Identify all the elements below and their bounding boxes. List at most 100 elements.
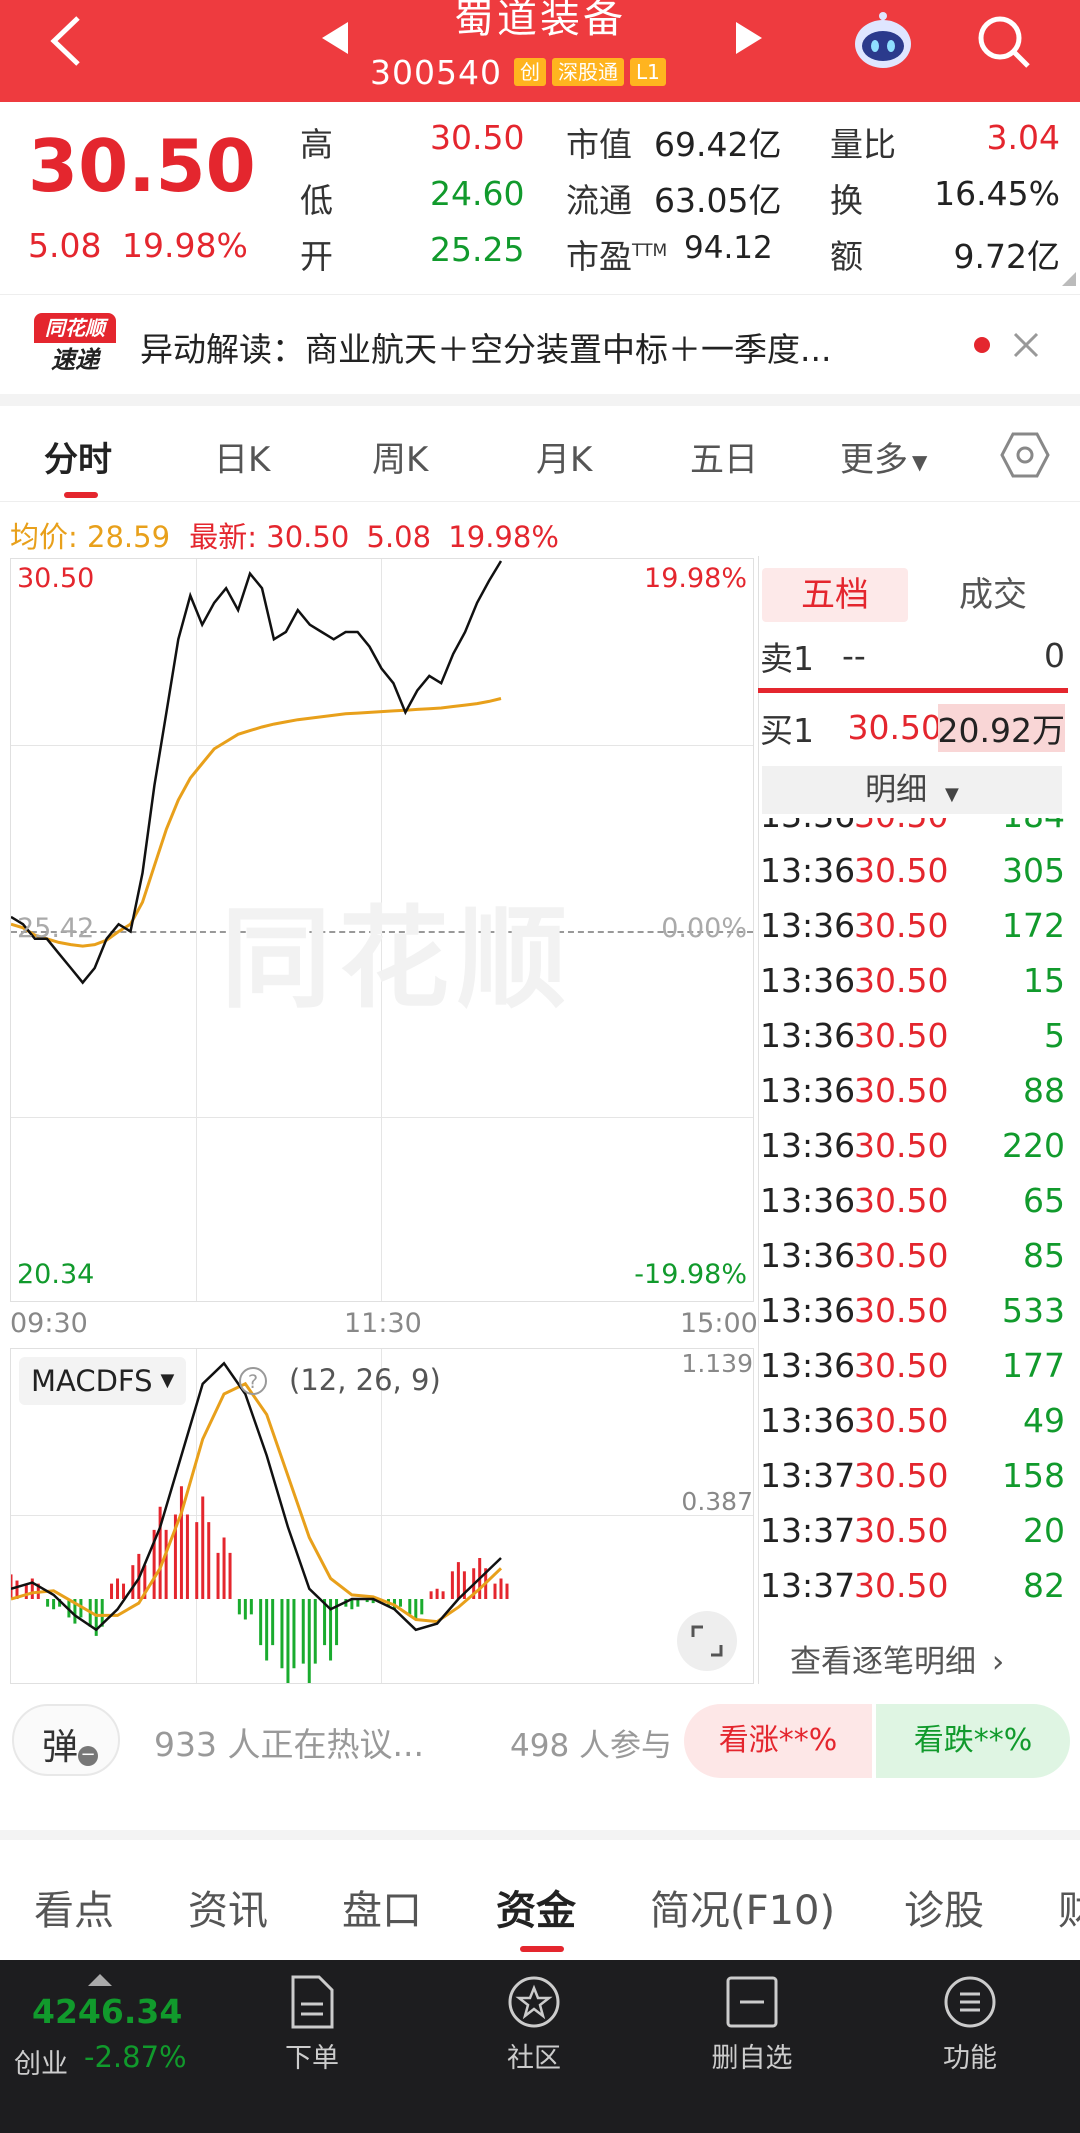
index-toggle-icon[interactable] <box>88 1974 112 1986</box>
high-label: 高 <box>300 125 333 164</box>
chart-tabs: 分时 日K 周K 月K 五日 更多 ▼ <box>0 406 1080 502</box>
tab-stock-diagnosis[interactable]: 诊股 <box>904 1878 984 1936</box>
price-change-pct: 19.98% <box>122 226 248 265</box>
pct-top-label: 19.98% <box>644 563 747 594</box>
trade-volume: 82 <box>1023 1566 1065 1605</box>
trade-volume: 158 <box>1002 1456 1065 1495</box>
vote-down-button[interactable]: 看跌**% <box>876 1704 1070 1778</box>
trade-price: 30.50 <box>854 961 949 1000</box>
trade-row: 13:36 30.50 172 <box>760 898 1065 953</box>
trade-row: 13:36 30.50 49 <box>760 1393 1065 1448</box>
close-icon[interactable] <box>1012 331 1040 359</box>
trade-volume: 177 <box>1002 1346 1065 1385</box>
nav-community[interactable]: 社区 <box>454 1974 614 2075</box>
nav-remove-watchlist[interactable]: 删自选 <box>672 1974 832 2075</box>
nav-order[interactable]: 下单 <box>232 1974 392 2075</box>
nav-functions[interactable]: 功能 <box>890 1974 1050 2075</box>
buy-label: 买1 <box>760 710 814 750</box>
trade-volume: 172 <box>1002 906 1065 945</box>
trade-time: 13:37 <box>760 1511 856 1550</box>
dropdown-caret-icon: ▼ <box>160 1370 175 1391</box>
pe-label: 市盈TTM <box>566 230 667 278</box>
indicator-selector[interactable]: MACDFS ▼ <box>19 1357 187 1405</box>
top-header: 蜀道装备 300540 创 深股通 L1 <box>0 0 1080 102</box>
stock-code-row: 300540 创 深股通 L1 <box>370 52 666 92</box>
news-bar[interactable]: 同花顺 速递 异动解读：商业航天＋空分装置中标＋一季度... <box>0 294 1080 394</box>
index-change: -2.87% <box>84 2040 187 2074</box>
vol-ratio-value: 3.04 <box>986 118 1060 157</box>
macd-y-mid: 0.387 <box>681 1487 753 1516</box>
settings-hex-icon[interactable] <box>1000 430 1050 480</box>
float-label: 流通 <box>566 181 632 220</box>
danmu-toggle[interactable]: 弹 − <box>12 1704 120 1776</box>
ths-news-logo: 同花顺 速递 <box>34 313 116 379</box>
tab-news[interactable]: 资讯 <box>188 1878 268 1936</box>
tab-capital-flow[interactable]: 资金 <box>496 1878 576 1936</box>
trade-list[interactable]: 13:3630.5018413:3630.5030513:3630.501721… <box>758 818 1068 1612</box>
hot-discussion-text[interactable]: 933 人正在热议... <box>154 1718 424 1766</box>
news-headline[interactable]: 异动解读：商业航天＋空分装置中标＋一季度... <box>140 323 831 371</box>
nav-functions-label: 功能 <box>943 2043 997 2074</box>
view-tick-detail-link[interactable]: 查看逐笔明细 › <box>790 1636 1004 1681</box>
trade-price: 30.50 <box>854 1566 949 1605</box>
robot-assistant-icon[interactable] <box>850 8 916 74</box>
detail-label: 明细 <box>865 772 928 808</box>
macd-histogram <box>11 1486 509 1683</box>
trade-price: 30.50 <box>854 818 948 835</box>
buy-1-row: 买1 30.50 20.92万 <box>760 700 1065 755</box>
open-label: 开 <box>300 237 333 276</box>
sell-1-row: 卖1 -- 0 <box>760 628 1065 683</box>
amount-label: 额 <box>830 237 863 276</box>
tab-financials[interactable]: 财 <box>1058 1878 1080 1936</box>
fullscreen-button[interactable] <box>677 1611 737 1671</box>
trade-time: 13:36 <box>760 1346 856 1385</box>
tab-more[interactable]: 更多 ▼ <box>840 432 927 481</box>
indicator-params: (12, 26, 9) <box>289 1363 441 1397</box>
avg-price-line <box>11 697 502 948</box>
high-value: 30.50 <box>430 118 525 157</box>
community-star-icon <box>508 1976 560 2028</box>
buy-price: 30.50 <box>847 708 942 747</box>
latest-change: 5.08 <box>366 520 432 554</box>
nav-remove-watchlist-label: 删自选 <box>711 2043 793 2074</box>
trade-price: 30.50 <box>854 906 949 945</box>
tab-five-levels[interactable]: 五档 <box>762 568 908 622</box>
trade-time: 13:37 <box>760 1456 856 1495</box>
help-icon[interactable]: ? <box>237 1365 269 1397</box>
x-label-close: 15:00 <box>680 1308 758 1339</box>
search-icon[interactable] <box>976 14 1032 70</box>
fullscreen-icon <box>691 1625 723 1657</box>
tab-daily-k[interactable]: 日K <box>214 432 270 481</box>
tab-trades[interactable]: 成交 <box>920 568 1066 622</box>
tab-monthly-k[interactable]: 月K <box>536 432 592 481</box>
trade-volume: 88 <box>1023 1071 1065 1110</box>
index-value[interactable]: 4246.34 <box>32 1992 182 2031</box>
turnover-value: 16.45% <box>934 174 1060 213</box>
logo-bottom-text: 速递 <box>51 346 99 374</box>
logo-top-text: 同花顺 <box>34 313 116 343</box>
tab-f10-profile[interactable]: 简况(F10) <box>650 1878 835 1936</box>
tab-weekly-k[interactable]: 周K <box>372 432 428 481</box>
tab-highlights[interactable]: 看点 <box>34 1878 114 1936</box>
tab-intraday[interactable]: 分时 <box>44 432 112 481</box>
detail-dropdown[interactable]: 明细 ▼ <box>762 766 1062 814</box>
tag-connect: 深股通 <box>551 58 624 86</box>
expand-corner-icon[interactable] <box>1062 272 1076 286</box>
info-tabs: 看点 资讯 盘口 资金 简况(F10) 诊股 财 <box>0 1840 1080 1960</box>
order-doc-icon <box>291 1975 334 2029</box>
trade-row: 13:36 30.50 220 <box>760 1118 1065 1173</box>
sell-label: 卖1 <box>760 638 814 678</box>
tab-order-book[interactable]: 盘口 <box>342 1878 422 1936</box>
trade-volume: 20 <box>1023 1511 1065 1550</box>
trade-row: 13:36 30.50 305 <box>760 843 1065 898</box>
avg-value: 28.59 <box>87 520 171 554</box>
trade-volume: 305 <box>1002 851 1065 890</box>
next-stock-icon[interactable] <box>734 20 764 56</box>
tab-five-day[interactable]: 五日 <box>690 432 758 481</box>
vote-up-button[interactable]: 看涨**% <box>684 1704 872 1778</box>
macd-chart[interactable]: MACDFS ▼ ? (12, 26, 9) 1.139 0.387 <box>10 1348 754 1684</box>
sell-price: -- <box>842 636 866 675</box>
intraday-chart[interactable]: 同花顺 30.50 25.42 20.34 19.98% 0.00% -19.9… <box>10 558 754 1302</box>
float-value: 63.05亿 <box>654 181 782 220</box>
discussion-bar: 弹 − 933 人正在热议... 498 人参与 看涨**% 看跌**% <box>0 1700 1080 1794</box>
